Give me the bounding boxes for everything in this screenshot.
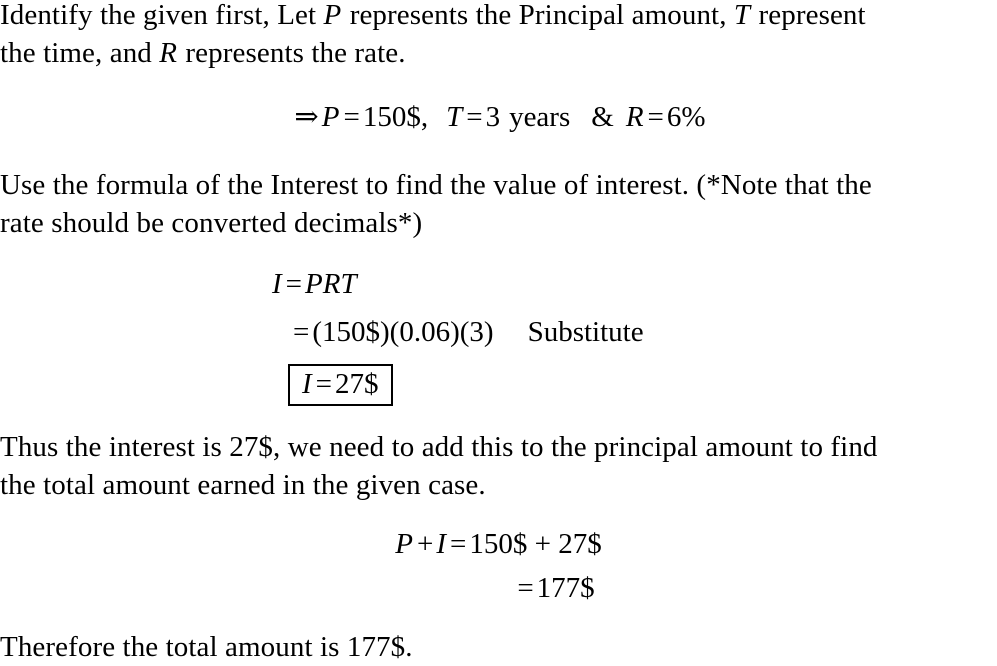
total-equation-row-1: P + I = 150$ + 27$: [0, 528, 997, 572]
total-amount-equation-block: P + I = 150$ + 27$ = 177$: [0, 528, 997, 616]
total-equation-row-1-inner: P + I = 150$ + 27$: [395, 528, 601, 561]
intro-text-a: Identify the given first, Let: [0, 0, 324, 31]
variable-p: P: [321, 101, 340, 133]
substitute-annotation: Substitute: [527, 316, 644, 348]
equals-sign-substitute: =: [293, 316, 310, 348]
intro-paragraph-line-1: Identify the given first, Let P represen…: [0, 0, 997, 34]
intro-text-c: represent: [751, 0, 866, 31]
variable-i-formula: I: [272, 268, 282, 300]
implies-arrow-icon: ⇒: [294, 101, 319, 133]
variable-i-total: I: [436, 528, 447, 560]
variable-r: R: [625, 101, 644, 133]
math-solution-page: Identify the given first, Let P represen…: [0, 0, 997, 663]
variable-p-inline: P: [323, 0, 342, 31]
equals-sign-total-2: =: [517, 572, 534, 604]
equals-sign-2: =: [466, 101, 483, 133]
intro-text-b: represents the Principal amount,: [342, 0, 734, 31]
intro-paragraph: Identify the given first, Let P represen…: [0, 0, 997, 72]
prt-expression: PRT: [305, 268, 357, 300]
equals-sign-formula: =: [285, 268, 303, 300]
substituted-expression: (150$)(0.06)(3): [312, 316, 494, 348]
equals-sign-total-1: =: [450, 528, 467, 560]
ampersand-separator: &: [591, 101, 614, 133]
explanation-paragraph: Thus the interest is 27$, we need to add…: [0, 428, 997, 504]
formula-instruction-line-1: Use the formula of the Interest to find …: [0, 169, 872, 201]
derivation-row-substitute: = (150$)(0.06)(3) Substitute: [272, 316, 644, 364]
total-sum-expression: 150$ + 27$: [469, 528, 602, 560]
equals-sign-1: =: [343, 101, 360, 133]
variable-i-result: I: [302, 368, 312, 400]
interest-value: 27$: [335, 368, 379, 400]
equals-sign-3: =: [647, 101, 664, 133]
total-amount-value: 177$: [536, 572, 595, 604]
principal-value: 150$,: [362, 101, 429, 133]
equals-sign-result: =: [315, 368, 333, 400]
variable-p-total: P: [395, 528, 413, 560]
time-value: 3: [485, 101, 501, 133]
conclusion-line: Therefore the total amount is 177$.: [0, 631, 413, 663]
boxed-interest-result: I = 27$: [288, 364, 393, 406]
explanation-line-1: Thus the interest is 27$, we need to add…: [0, 431, 878, 463]
plus-sign-total: +: [416, 528, 434, 560]
given-values-equation: ⇒ P = 150$, T = 3 years & R = 6%: [0, 100, 997, 134]
intro-paragraph-line-2: the time, and R represents the rate.: [0, 34, 997, 72]
intro-text-e: represents the rate.: [178, 37, 406, 69]
interest-derivation-block: I = PRT = (150$)(0.06)(3) Substitute I = 27$: [272, 268, 644, 408]
total-equation-row-2-inner: = 177$: [402, 572, 594, 605]
variable-t: T: [446, 101, 463, 133]
derivation-row-formula: I = PRT: [272, 268, 644, 316]
rate-value: 6%: [666, 101, 706, 133]
formula-instruction-paragraph: Use the formula of the Interest to find …: [0, 166, 997, 242]
explanation-line-2: the total amount earned in the given cas…: [0, 469, 486, 501]
variable-r-inline: R: [159, 37, 178, 69]
time-unit-label: years: [509, 101, 571, 133]
intro-text-d: the time, and: [0, 37, 160, 69]
derivation-row-result: I = 27$: [272, 364, 644, 408]
total-equation-row-2: = 177$: [0, 572, 997, 616]
variable-t-inline: T: [733, 0, 751, 31]
conclusion-paragraph: Therefore the total amount is 177$.: [0, 628, 997, 666]
formula-instruction-line-2: rate should be converted decimals*): [0, 207, 423, 239]
